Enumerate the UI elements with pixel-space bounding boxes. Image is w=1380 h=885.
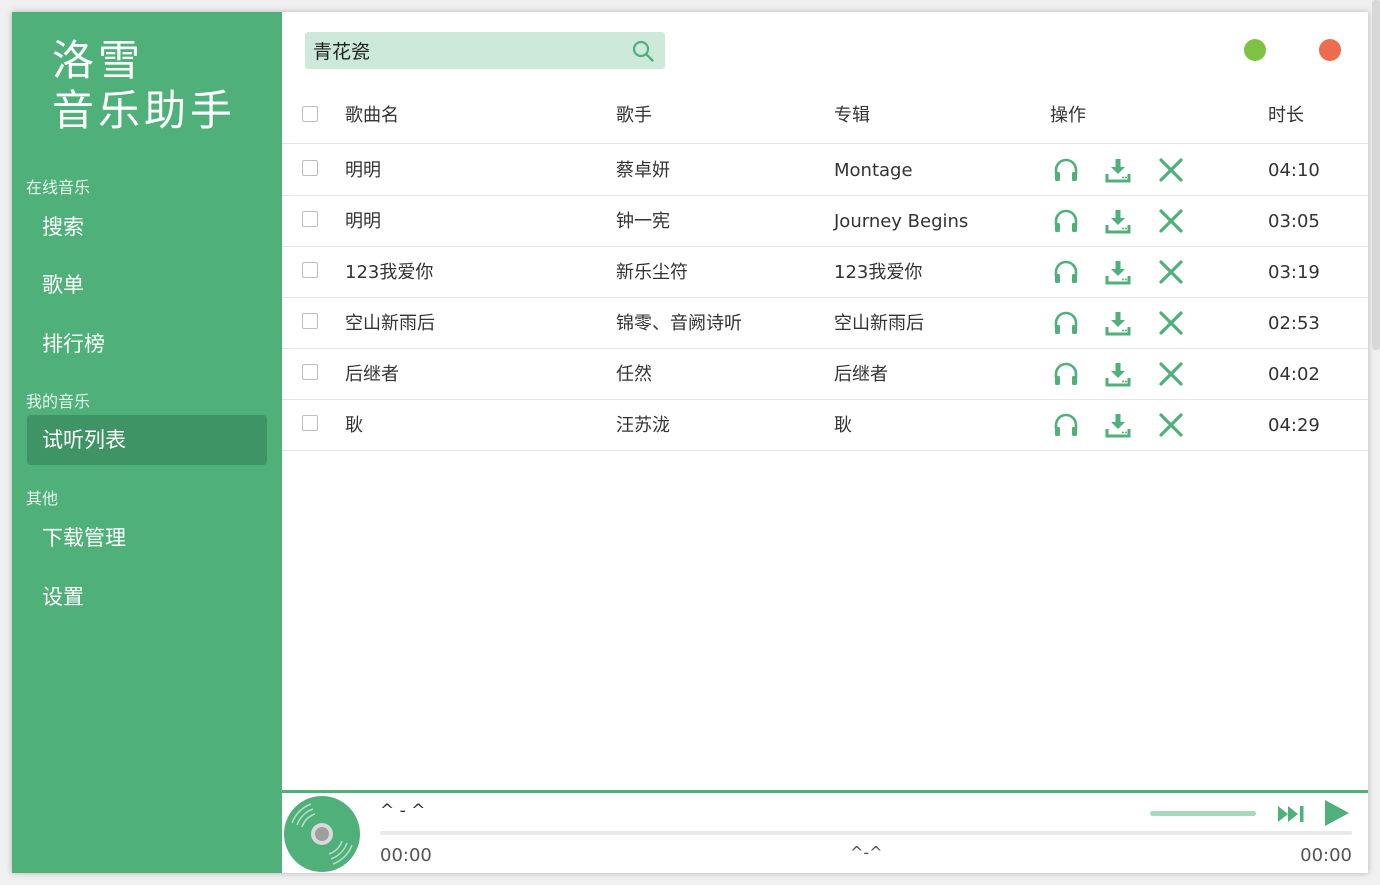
song-singer: 锦零、音阙诗听 <box>616 313 742 334</box>
song-album: 空山新雨后 <box>834 313 924 334</box>
header-singer: 歌手 <box>616 105 652 126</box>
app-window: 洛雪 音乐助手 在线音乐 搜索 歌单 排行榜 我的音乐 试听列表 其他 下载管理… <box>12 12 1368 873</box>
main-panel: 歌曲名 歌手 专辑 操作 时长 明明蔡卓妍Montage04:10明明钟一宪Jo… <box>282 12 1368 790</box>
sidebar: 洛雪 音乐助手 在线音乐 搜索 歌单 排行榜 我的音乐 试听列表 其他 下载管理… <box>12 12 282 873</box>
headphones-icon[interactable] <box>1053 157 1079 183</box>
close-icon[interactable] <box>1158 208 1184 234</box>
download-icon[interactable] <box>1105 259 1131 285</box>
lyric-text: ^-^ <box>850 843 883 862</box>
total-time: 00:00 <box>1300 845 1352 866</box>
song-duration: 04:10 <box>1268 160 1320 181</box>
search-icon[interactable] <box>631 39 655 63</box>
download-icon[interactable] <box>1105 208 1131 234</box>
headphones-icon[interactable] <box>1053 412 1079 438</box>
search-input[interactable] <box>313 32 623 69</box>
header-album: 专辑 <box>834 105 870 126</box>
sidebar-item-listen-list[interactable]: 试听列表 <box>27 415 267 465</box>
song-name: 空山新雨后 <box>345 313 435 334</box>
play-icon[interactable] <box>1322 799 1350 827</box>
table-row[interactable]: 空山新雨后 锦零、音阙诗听 空山新雨后 02:53 <box>282 298 1368 349</box>
sidebar-item-downloads[interactable]: 下载管理 <box>27 513 267 563</box>
song-duration: 04:02 <box>1268 364 1320 385</box>
player-bar: ^ - ^ 00:00 ^-^ 00:00 <box>282 790 1368 873</box>
close-icon[interactable] <box>1158 412 1184 438</box>
now-playing-title: ^ - ^ <box>380 801 426 821</box>
close-icon[interactable] <box>1158 259 1184 285</box>
download-icon[interactable] <box>1105 157 1131 183</box>
logo-line-2: 音乐助手 <box>52 86 237 135</box>
row-checkbox[interactable] <box>302 364 318 380</box>
logo-line-1: 洛雪 <box>52 36 145 85</box>
sidebar-item-charts[interactable]: 排行榜 <box>27 319 267 369</box>
nav-section-other: 其他 <box>26 489 59 508</box>
table-header: 歌曲名 歌手 专辑 操作 时长 <box>282 92 1368 144</box>
sidebar-item-playlist[interactable]: 歌单 <box>27 260 267 310</box>
current-time: 00:00 <box>380 845 432 866</box>
nav-section-my-music: 我的音乐 <box>26 392 91 411</box>
song-singer: 蔡卓妍 <box>616 160 670 181</box>
row-checkbox[interactable] <box>302 415 318 431</box>
header-ops: 操作 <box>1050 105 1086 126</box>
table-row[interactable]: 明明 蔡卓妍 Montage 04:10 <box>282 145 1368 196</box>
headphones-icon[interactable] <box>1053 208 1079 234</box>
minimize-button[interactable] <box>1244 39 1266 61</box>
app-logo: 洛雪 音乐助手 <box>52 36 236 136</box>
disc-icon <box>284 796 360 872</box>
table-row[interactable]: 耿 汪苏泷 耿 04:29 <box>282 400 1368 451</box>
sidebar-item-search[interactable]: 搜索 <box>27 202 267 252</box>
song-singer: 钟一宪 <box>616 211 670 232</box>
song-album: 耿 <box>834 415 852 436</box>
select-all-checkbox[interactable] <box>302 106 318 122</box>
song-album: 123我爱你 <box>834 262 923 283</box>
headphones-icon[interactable] <box>1053 361 1079 387</box>
next-track-icon[interactable] <box>1277 802 1307 826</box>
row-checkbox[interactable] <box>302 313 318 329</box>
download-icon[interactable] <box>1105 361 1131 387</box>
volume-slider[interactable] <box>1150 811 1256 816</box>
close-icon[interactable] <box>1158 157 1184 183</box>
song-album: 后继者 <box>834 364 888 385</box>
table-row[interactable]: 明明 钟一宪 Journey Begins 03:05 <box>282 196 1368 247</box>
song-album: Montage <box>834 160 913 181</box>
row-checkbox[interactable] <box>302 160 318 176</box>
song-singer: 任然 <box>616 364 652 385</box>
song-name: 明明 <box>345 160 381 181</box>
row-checkbox[interactable] <box>302 262 318 278</box>
table-row[interactable]: 123我爱你 新乐尘符 123我爱你 03:19 <box>282 247 1368 298</box>
close-icon[interactable] <box>1158 361 1184 387</box>
download-icon[interactable] <box>1105 412 1131 438</box>
song-duration: 03:19 <box>1268 262 1320 283</box>
headphones-icon[interactable] <box>1053 259 1079 285</box>
download-icon[interactable] <box>1105 310 1131 336</box>
table-row[interactable]: 后继者 任然 后继者 04:02 <box>282 349 1368 400</box>
song-name: 123我爱你 <box>345 262 434 283</box>
song-album: Journey Begins <box>834 211 969 232</box>
close-icon[interactable] <box>1158 310 1184 336</box>
song-duration: 02:53 <box>1268 313 1320 334</box>
song-singer: 汪苏泷 <box>616 415 670 436</box>
headphones-icon[interactable] <box>1053 310 1079 336</box>
song-name: 耿 <box>345 415 363 436</box>
progress-bar[interactable] <box>380 831 1352 835</box>
song-singer: 新乐尘符 <box>616 262 688 283</box>
song-duration: 03:05 <box>1268 211 1320 232</box>
search-box <box>305 32 665 69</box>
header-name: 歌曲名 <box>345 105 399 126</box>
song-name: 后继者 <box>345 364 399 385</box>
song-duration: 04:29 <box>1268 415 1320 436</box>
nav-section-online: 在线音乐 <box>26 178 91 197</box>
sidebar-item-settings[interactable]: 设置 <box>27 572 267 622</box>
close-window-button[interactable] <box>1319 39 1341 61</box>
row-checkbox[interactable] <box>302 211 318 227</box>
header-duration: 时长 <box>1268 105 1304 126</box>
song-name: 明明 <box>345 211 381 232</box>
window-scrollbar[interactable] <box>1372 0 1380 350</box>
